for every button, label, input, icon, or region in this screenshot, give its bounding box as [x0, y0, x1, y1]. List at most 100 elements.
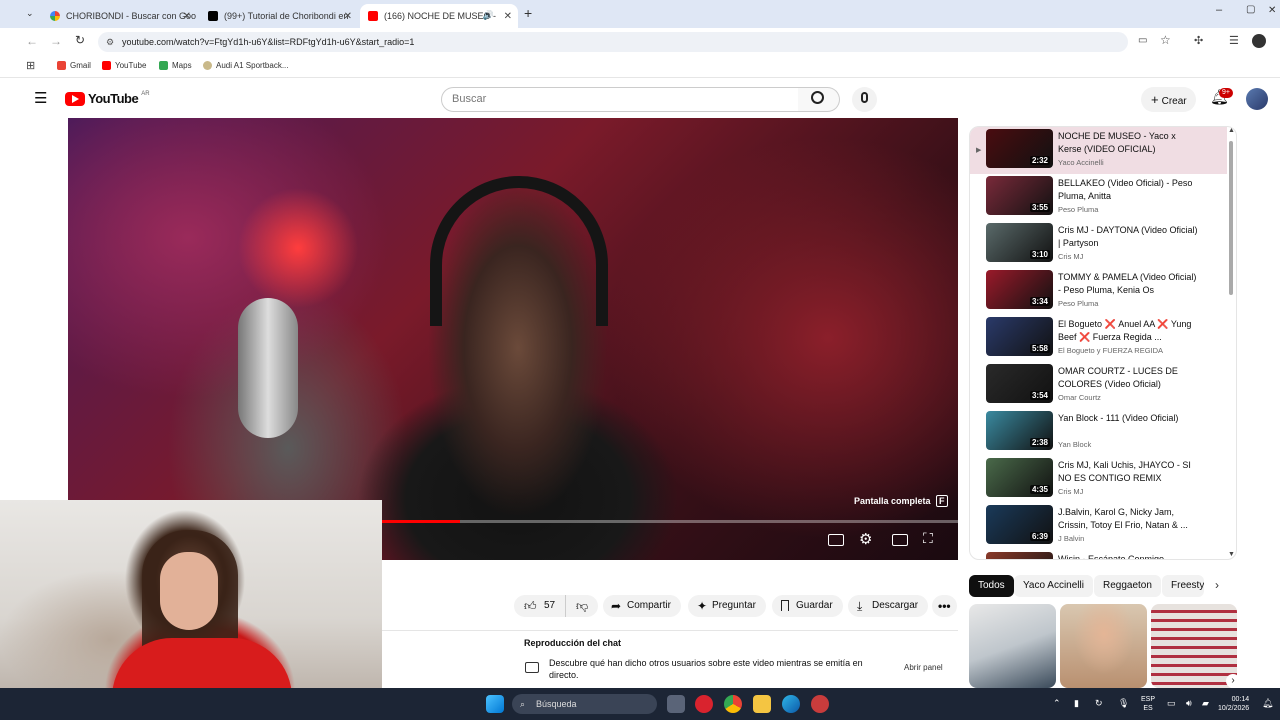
network-icon[interactable]: ▭	[1167, 699, 1176, 708]
playlist-item-channel: Peso Pluma	[1058, 205, 1099, 214]
site-info-icon[interactable]: ⚙	[106, 32, 114, 52]
tray-overflow-icon[interactable]: ⌃	[1053, 699, 1061, 708]
thumbs-down-icon: 👎︎	[576, 599, 589, 613]
bookmark-audi[interactable]: Audi A1 Sportback...	[203, 61, 289, 70]
like-button[interactable]: 👍︎ 57	[514, 595, 566, 617]
dislike-button[interactable]: 👎︎	[565, 595, 599, 617]
close-tab-icon[interactable]: ✕	[504, 11, 512, 22]
reading-list-icon[interactable]: ☰	[1229, 34, 1239, 47]
playlist-item-current[interactable]: ▶ 2:32 NOCHE DE MUSEO - Yaco x Kerse (VIDE…	[970, 127, 1227, 174]
chip-yaco-accinelli[interactable]: Yaco Accinelli	[1014, 575, 1093, 597]
language-indicator[interactable]: ESP ES	[1141, 695, 1155, 713]
scroll-down-icon[interactable]: ▼	[1228, 551, 1235, 558]
apps-grid-icon[interactable]: ⊞	[26, 59, 35, 72]
tray-app-icon[interactable]: ↻	[1095, 699, 1103, 708]
ask-button[interactable]: ✦ Preguntar	[688, 595, 766, 617]
recommendation-thumbnail[interactable]	[1060, 604, 1147, 688]
bookmark-gmail[interactable]: Gmail	[57, 61, 91, 70]
playlist-thumbnail[interactable]	[986, 552, 1053, 559]
hamburger-menu-icon[interactable]: ☰	[34, 89, 47, 107]
app-icon[interactable]	[811, 695, 829, 713]
video-player[interactable]: Pantalla completa F ⚙ ⛶	[68, 118, 958, 560]
account-avatar[interactable]	[1246, 88, 1268, 110]
open-panel-button[interactable]: Abrir panel	[904, 663, 943, 672]
playlist-thumbnail[interactable]: 3:34	[986, 270, 1053, 309]
notifications-icon[interactable]: 🔔︎	[1262, 699, 1273, 708]
playlist-item[interactable]: 4:35 Cris MJ, Kali Uchis, JHAYCO - SI NO …	[970, 456, 1227, 503]
windows-start-icon[interactable]	[486, 695, 504, 713]
fullscreen-icon[interactable]: ⛶	[923, 530, 933, 547]
search-button[interactable]	[798, 87, 840, 112]
playlist-item[interactable]: 3:55 BELLAKEO (Video Oficial) - Peso Plum…	[970, 174, 1227, 221]
tab-youtube-noche-de-museo[interactable]: (166) NOCHE DE MUSEO - 🔊 ✕	[360, 4, 518, 28]
reload-icon[interactable]: ↻	[75, 33, 85, 47]
playlist-thumbnail[interactable]: 3:55	[986, 176, 1053, 215]
maximize-window-icon[interactable]: ▢	[1246, 4, 1255, 15]
save-button[interactable]: Guardar	[772, 595, 843, 617]
close-window-icon[interactable]: ✕	[1268, 5, 1276, 16]
chip-freestyle[interactable]: Freesty	[1162, 575, 1204, 597]
download-button[interactable]: ⤓ Descargar	[848, 595, 929, 617]
share-button[interactable]: ➦ Compartir	[603, 595, 681, 617]
playlist-item[interactable]: 3:34 TOMMY & PAMELA (Video Oficial) - Pes…	[970, 268, 1227, 315]
cast-icon[interactable]: ▭	[1138, 35, 1147, 46]
playlist-thumbnail[interactable]: 6:39	[986, 505, 1053, 544]
playlist-item[interactable]: 2:38 Yan Block - 111 (Video Oficial) Yan B…	[970, 409, 1227, 456]
battery-icon[interactable]: ▰	[1202, 699, 1209, 708]
playlist-item-title: El Boguetо ❌ Anuel AA ❌ Yung Beef ❌ Fuer…	[1058, 319, 1192, 342]
clock[interactable]: 00:14 10/2/2026	[1218, 695, 1249, 713]
taskbar-search-input[interactable]: ⌕ Búsqueda	[512, 694, 657, 714]
bookmark-youtube[interactable]: YouTube	[102, 61, 146, 70]
youtube-logo[interactable]: YouTube AR	[65, 91, 150, 106]
playlist-thumbnail[interactable]: 5:58	[986, 317, 1053, 356]
playlist-thumbnail[interactable]: 3:54	[986, 364, 1053, 403]
recommendation-thumbnail[interactable]	[969, 604, 1056, 688]
back-icon[interactable]: ←	[26, 34, 38, 48]
playlist-scrollbar[interactable]	[1229, 141, 1233, 295]
new-tab-icon[interactable]: +	[524, 5, 532, 21]
close-tab-icon[interactable]: ✕	[344, 11, 352, 22]
playlist-item[interactable]: 3:54 OMAR COURTZ - LUCES DE COLORES (Vide…	[970, 362, 1227, 409]
tray-mic-icon[interactable]: 🎙︎	[1118, 699, 1129, 708]
subtitles-icon[interactable]	[828, 534, 844, 546]
file-explorer-icon[interactable]	[753, 695, 771, 713]
search-input[interactable]: Buscar	[441, 87, 799, 112]
volume-icon[interactable]: 🔊︎	[1186, 699, 1192, 708]
url-bar[interactable]: ⚙ youtube.com/watch?v=FtgYd1h-u6Y&list=R…	[98, 32, 1128, 52]
scroll-up-icon[interactable]: ▲	[1228, 127, 1235, 134]
close-tab-icon[interactable]: ✕	[183, 11, 191, 22]
opera-icon[interactable]	[695, 695, 713, 713]
chrome-icon[interactable]	[724, 695, 742, 713]
playlist-item[interactable]: 5:58 El Boguetо ❌ Anuel AA ❌ Yung Beef ❌ …	[970, 315, 1227, 362]
voice-search-button[interactable]	[852, 87, 877, 112]
chip-todos[interactable]: Todos	[969, 575, 1014, 597]
tab-choribondi-search[interactable]: CHORIBONDI - Buscar con Goo ✕	[42, 4, 197, 28]
minimize-window-icon[interactable]: –	[1216, 4, 1222, 16]
tab-search-menu-icon[interactable]: ⌄	[26, 8, 34, 19]
task-view-icon[interactable]	[667, 695, 685, 713]
chips-next-icon[interactable]: ›	[1215, 578, 1219, 592]
chip-reggaeton[interactable]: Reggaeton	[1094, 575, 1161, 597]
recommendation-thumbnail[interactable]	[1151, 604, 1237, 688]
tab-tiktok-tutorial[interactable]: (99+) Tutorial de Choribondi en ✕	[200, 4, 358, 28]
forward-icon[interactable]: →	[50, 34, 62, 48]
playlist-thumbnail[interactable]: 3:10	[986, 223, 1053, 262]
playlist-item[interactable]: 3:10 Cris MJ - DAYTONA (Video Oficial) | …	[970, 221, 1227, 268]
playlist-item[interactable]: Wisin - Escápate Conmigo	[970, 550, 1227, 559]
create-button[interactable]: + Crear	[1141, 87, 1196, 112]
speaker-icon[interactable]: 🔊	[483, 10, 494, 21]
playlist-item[interactable]: 6:39 J.Balvin, Karol G, Nicky Jam, Crissi…	[970, 503, 1227, 550]
playlist-thumbnail[interactable]: 2:38	[986, 411, 1053, 450]
profile-avatar[interactable]	[1252, 34, 1266, 48]
recommendations-next-icon[interactable]: ›	[1226, 674, 1240, 688]
more-actions-button[interactable]: •••	[932, 595, 957, 617]
extensions-icon[interactable]: ✣	[1194, 34, 1203, 47]
playlist-thumbnail[interactable]: 2:32	[986, 129, 1053, 168]
settings-gear-icon[interactable]: ⚙	[859, 530, 872, 548]
bookmark-star-icon[interactable]: ☆	[1160, 33, 1171, 47]
bookmark-maps[interactable]: Maps	[159, 61, 192, 70]
playlist-thumbnail[interactable]: 4:35	[986, 458, 1053, 497]
tray-usb-icon[interactable]: ▮	[1074, 699, 1079, 708]
theater-mode-icon[interactable]	[892, 534, 908, 546]
edge-icon[interactable]	[782, 695, 800, 713]
